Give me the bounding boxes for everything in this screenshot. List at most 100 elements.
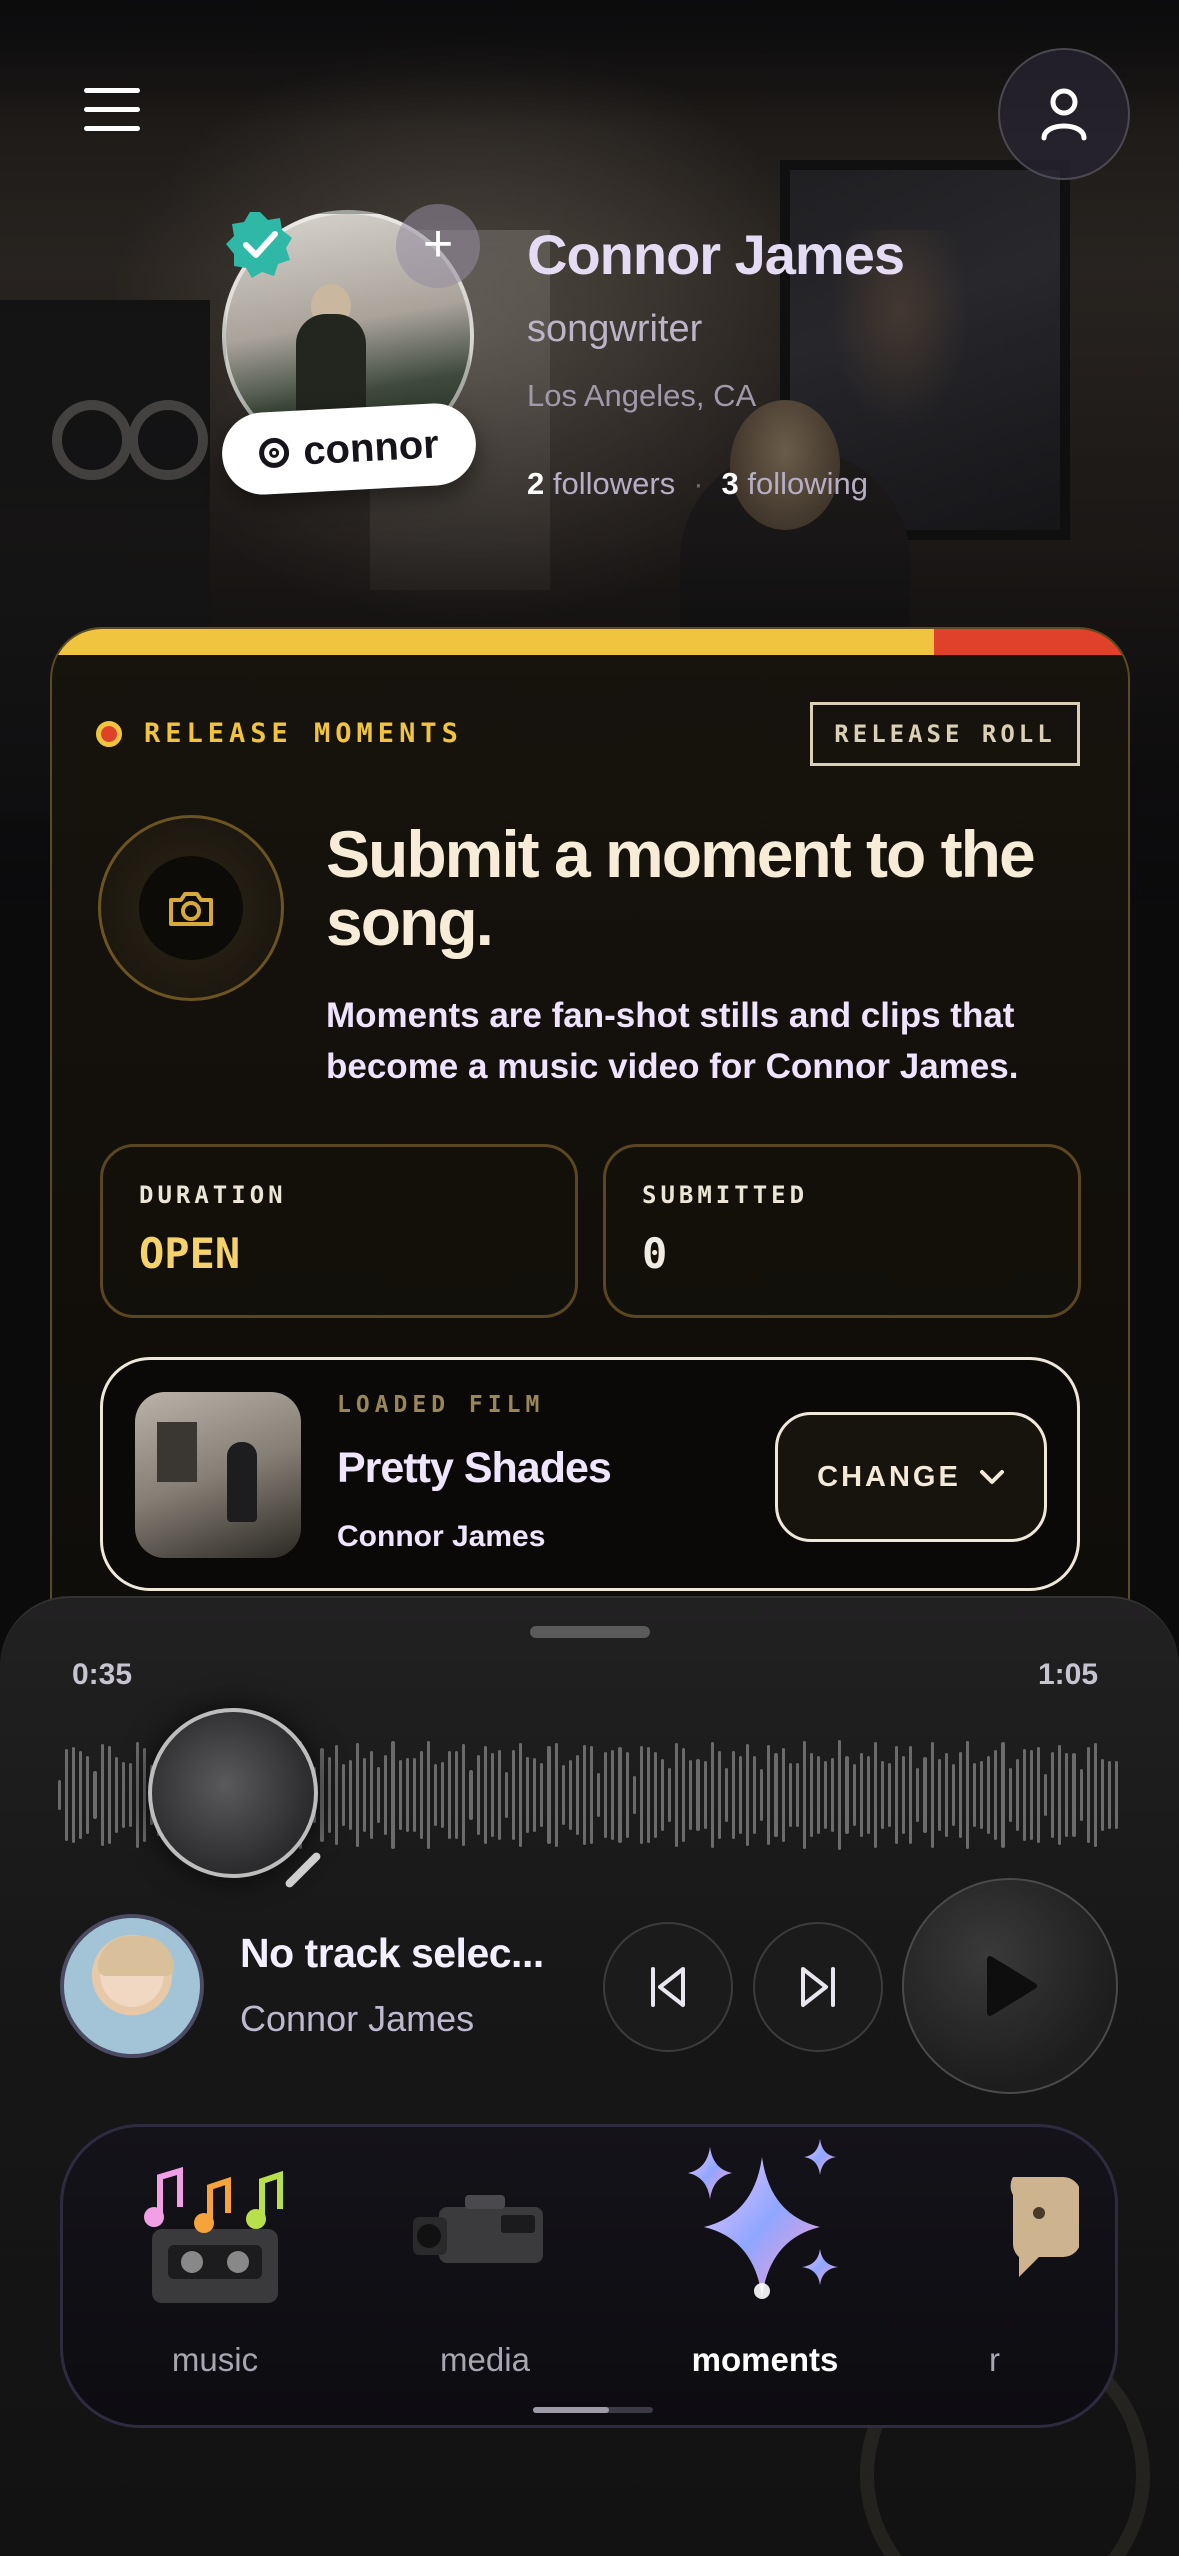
waveform-bar (618, 1747, 622, 1843)
waveform-bar (504, 1771, 508, 1819)
waveform-bar (895, 1746, 899, 1844)
chat-bubble-icon (1010, 2177, 1079, 2277)
card-accent-bar (52, 629, 1128, 655)
following-link[interactable]: 3 following (722, 466, 869, 502)
profile-role: songwriter (527, 308, 703, 350)
waveform-bar (136, 1742, 140, 1848)
now-playing-title: No track selec... (240, 1930, 544, 1976)
waveform-bar (547, 1746, 551, 1844)
duration-stat: DURATION OPEN (100, 1144, 578, 1318)
waveform-bar (966, 1740, 970, 1850)
waveform-bar (639, 1746, 643, 1844)
tab-dock: music media moments r (60, 2124, 1118, 2428)
sheet-grabber[interactable] (530, 1626, 650, 1638)
waveform-bar (568, 1759, 572, 1831)
handle-text: connor (302, 421, 440, 473)
waveform-bar (1015, 1758, 1019, 1832)
waveform-bar (469, 1770, 473, 1820)
change-film-button[interactable]: CHANGE (775, 1412, 1047, 1542)
release-roll-button[interactable]: RELEASE ROLL (810, 702, 1080, 766)
waveform-bar (682, 1747, 686, 1843)
waveform-bar (483, 1745, 487, 1845)
add-photo-button[interactable]: + (396, 204, 480, 288)
separator-dot: · (693, 466, 704, 501)
waveform-bar (973, 1762, 977, 1828)
waveform-bar (1051, 1752, 1055, 1838)
waveform-bar (604, 1752, 608, 1838)
waveform-bar (1079, 1769, 1083, 1821)
waveform-bar (1065, 1753, 1069, 1837)
waveform-bar (944, 1753, 948, 1837)
waveform-bar (462, 1744, 466, 1846)
play-button[interactable] (902, 1878, 1118, 2094)
loaded-film-label: LOADED FILM (337, 1392, 545, 1418)
waveform-bar (703, 1760, 707, 1830)
next-track-button[interactable] (753, 1922, 883, 2052)
waveform-bar (597, 1773, 601, 1817)
waveform-bar (448, 1750, 452, 1840)
waveform-bar (788, 1762, 792, 1828)
waveform-bar (668, 1768, 672, 1822)
waveform-bar (987, 1755, 991, 1835)
waveform-bar (72, 1747, 76, 1843)
waveform-bar (107, 1746, 111, 1844)
waveform-bar (1107, 1760, 1111, 1830)
release-headline: Submit a moment to the song. (326, 817, 1036, 959)
film-thumbnail (135, 1392, 301, 1558)
tab-r[interactable]: r (963, 2127, 1115, 2425)
waveform-bar (348, 1760, 352, 1830)
waveform-bar (114, 1757, 118, 1833)
live-dot-icon (96, 720, 122, 747)
waveform-bar (774, 1752, 778, 1838)
total-time: 1:05 (1038, 1658, 1099, 1691)
waveform-bar (958, 1751, 962, 1839)
waveform-bar (433, 1764, 438, 1826)
waveform-bar (689, 1759, 693, 1831)
waveform-bar (675, 1742, 679, 1848)
hamburger-menu-icon[interactable] (84, 88, 140, 136)
waveform-bar (838, 1740, 842, 1850)
waveform-bar (795, 1762, 799, 1828)
camera-button[interactable] (98, 815, 284, 1001)
followers-link[interactable]: 2 followers (527, 466, 675, 502)
waveform-bar (1093, 1743, 1097, 1847)
skip-forward-icon (801, 1967, 835, 2007)
tab-music[interactable]: music (105, 2127, 325, 2425)
play-icon (987, 1956, 1037, 2016)
waveform-bar (93, 1770, 97, 1820)
waveform-bar (497, 1750, 501, 1840)
waveform-bar (880, 1761, 884, 1829)
tab-moments[interactable]: moments (655, 2127, 875, 2425)
waveform-bar (781, 1748, 785, 1842)
scrub-handle[interactable] (148, 1708, 318, 1878)
account-button[interactable] (998, 48, 1130, 180)
waveform-bar (937, 1758, 941, 1831)
waveform-bar (363, 1757, 367, 1833)
waveform-bar (128, 1762, 133, 1828)
waveform-bar (873, 1741, 877, 1849)
profile-location: Los Angeles, CA (527, 378, 757, 413)
waveform-bar (590, 1746, 594, 1844)
waveform-bar (632, 1775, 636, 1815)
waveform-bar (554, 1743, 558, 1847)
now-playing-artwork (60, 1914, 204, 2058)
film-artist: Connor James (337, 1520, 546, 1553)
waveform-bar (831, 1758, 835, 1832)
profile-name: Connor James (527, 223, 905, 286)
waveform-bar (86, 1755, 90, 1835)
waveform-bar (951, 1764, 955, 1826)
tab-media[interactable]: media (375, 2127, 595, 2425)
waveform-bar (760, 1769, 764, 1821)
skip-back-icon (651, 1967, 685, 2007)
waveform-bar (746, 1743, 750, 1847)
waveform-bar (79, 1750, 83, 1840)
waveform-bar (512, 1749, 516, 1841)
waveform-bar (845, 1756, 849, 1834)
waveform-bar (994, 1749, 998, 1841)
handle-badge[interactable]: connor (220, 401, 478, 497)
film-title: Pretty Shades (337, 1444, 612, 1492)
waveform-bar (859, 1752, 863, 1838)
waveform-bar (887, 1763, 892, 1827)
waveform-bar (575, 1755, 579, 1835)
previous-track-button[interactable] (603, 1922, 733, 2052)
